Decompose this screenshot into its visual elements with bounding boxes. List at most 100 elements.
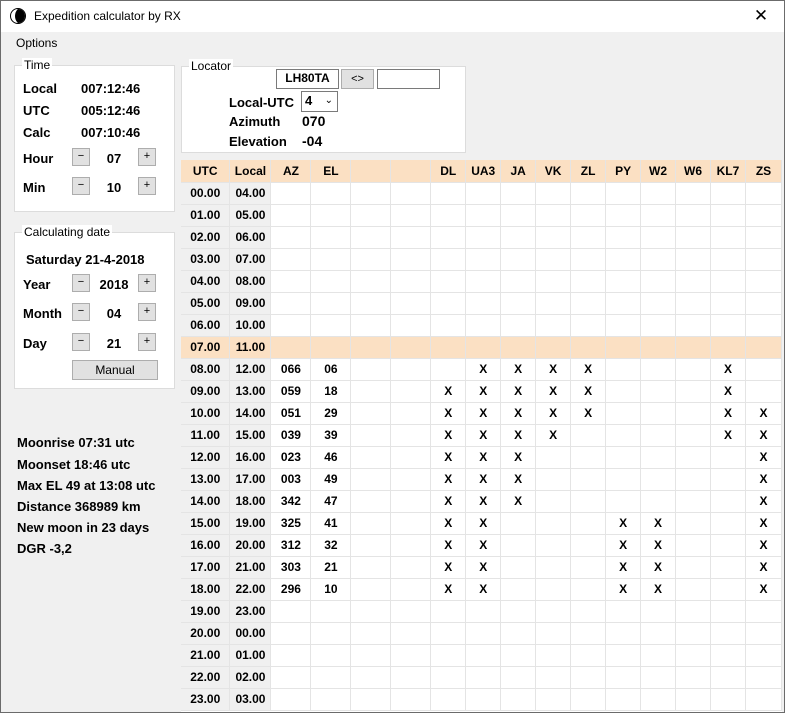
table-cell: X <box>640 512 677 535</box>
utc-cell: 11.00 <box>181 424 231 447</box>
table-cell <box>570 578 607 601</box>
table-cell <box>310 270 352 293</box>
table-cell <box>675 512 711 535</box>
hour-increment-button[interactable]: + <box>138 148 156 166</box>
table-row[interactable]: 04.00 08.00 <box>181 270 783 293</box>
local-cell: 15.00 <box>229 424 272 447</box>
local-time-label: Local <box>23 81 57 96</box>
table-cell <box>675 600 711 623</box>
table-cell <box>710 644 746 667</box>
table-cell <box>430 226 467 249</box>
table-row[interactable]: 09.00 13.00 059 18 X X X X X X <box>181 380 783 403</box>
table-row[interactable]: 21.00 01.00 <box>181 644 783 667</box>
table-row[interactable]: 12.00 16.00 023 46 X X X X <box>181 446 783 469</box>
column-header: AZ <box>270 160 312 183</box>
table-cell <box>310 248 352 271</box>
table-cell <box>535 182 572 205</box>
table-row[interactable]: 13.00 17.00 003 49 X X X X <box>181 468 783 491</box>
table-cell: 10 <box>310 578 352 601</box>
table-cell <box>605 600 642 623</box>
table-cell <box>675 468 711 491</box>
table-cell: X <box>535 380 572 403</box>
utc-cell: 23.00 <box>181 688 231 711</box>
local-cell: 14.00 <box>229 402 272 425</box>
second-locator-input[interactable] <box>377 69 440 89</box>
table-row[interactable]: 07.00 11.00 <box>181 336 783 359</box>
table-cell <box>570 666 607 689</box>
table-cell: X <box>535 424 572 447</box>
local-cell: 13.00 <box>229 380 272 403</box>
table-cell: X <box>640 556 677 579</box>
table-cell <box>605 226 642 249</box>
table-cell <box>350 512 392 535</box>
table-row[interactable]: 18.00 22.00 296 10 X X X X X <box>181 578 783 601</box>
table-cell <box>350 380 392 403</box>
table-row[interactable]: 05.00 09.00 <box>181 292 783 315</box>
month-increment-button[interactable]: + <box>138 303 156 321</box>
table-cell <box>640 314 677 337</box>
table-row[interactable]: 15.00 19.00 325 41 X X X X X <box>181 512 783 535</box>
table-cell <box>535 336 572 359</box>
table-cell <box>390 270 432 293</box>
table-cell <box>640 336 677 359</box>
swap-locator-button[interactable]: <> <box>341 69 374 89</box>
azimuth-label: Azimuth <box>229 114 281 129</box>
table-row[interactable]: 22.00 02.00 <box>181 666 783 689</box>
table-cell: X <box>605 556 642 579</box>
close-button[interactable]: ✕ <box>738 1 784 32</box>
day-increment-button[interactable]: + <box>138 333 156 351</box>
menu-bar: Options <box>1 32 784 56</box>
month-value: 04 <box>106 306 122 321</box>
year-increment-button[interactable]: + <box>138 274 156 292</box>
table-row[interactable]: 17.00 21.00 303 21 X X X X X <box>181 556 783 579</box>
table-row[interactable]: 02.00 06.00 <box>181 226 783 249</box>
menu-options[interactable]: Options <box>16 36 57 50</box>
table-cell <box>390 226 432 249</box>
table-cell <box>605 182 642 205</box>
table-row[interactable]: 16.00 20.00 312 32 X X X X X <box>181 534 783 557</box>
table-row[interactable]: 08.00 12.00 066 06 X X X X X <box>181 358 783 381</box>
table-cell <box>500 292 537 315</box>
table-row[interactable]: 23.00 03.00 <box>181 688 783 711</box>
table-row[interactable]: 00.00 04.00 <box>181 182 783 205</box>
table-cell <box>390 380 432 403</box>
table-cell <box>310 182 352 205</box>
moon-icon <box>10 8 26 24</box>
table-row[interactable]: 01.00 05.00 <box>181 204 783 227</box>
table-cell <box>710 666 746 689</box>
table-cell: 039 <box>270 424 312 447</box>
local-utc-select[interactable]: 4 ⌄ <box>301 91 338 112</box>
utc-cell: 14.00 <box>181 490 231 513</box>
table-cell: X <box>465 512 502 535</box>
table-row[interactable]: 14.00 18.00 342 47 X X X X <box>181 490 783 513</box>
column-header: W2 <box>640 160 677 183</box>
table-cell: 003 <box>270 468 312 491</box>
table-row[interactable]: 10.00 14.00 051 29 X X X X X X X <box>181 402 783 425</box>
table-cell <box>390 468 432 491</box>
manual-button[interactable]: Manual <box>72 360 158 380</box>
hour-value: 07 <box>106 151 122 166</box>
table-cell: 32 <box>310 534 352 557</box>
table-cell <box>430 600 467 623</box>
locator-input[interactable]: LH80TA <box>276 69 339 89</box>
main-content: Time Local 007:12:46 UTC 005:12:46 Calc … <box>1 56 784 712</box>
table-row[interactable]: 11.00 15.00 039 39 X X X X X X <box>181 424 783 447</box>
table-cell: X <box>500 380 537 403</box>
table-cell <box>675 402 711 425</box>
table-cell <box>390 402 432 425</box>
table-row[interactable]: 06.00 10.00 <box>181 314 783 337</box>
table-cell <box>390 490 432 513</box>
table-cell <box>605 248 642 271</box>
min-increment-button[interactable]: + <box>138 177 156 195</box>
table-cell <box>640 688 677 711</box>
local-cell: 18.00 <box>229 490 272 513</box>
table-row[interactable]: 19.00 23.00 <box>181 600 783 623</box>
table-row[interactable]: 20.00 00.00 <box>181 622 783 645</box>
local-cell: 09.00 <box>229 292 272 315</box>
table-cell <box>745 358 783 381</box>
table-cell <box>745 248 783 271</box>
title-bar[interactable]: Expedition calculator by RX ✕ <box>1 1 784 32</box>
table-cell <box>710 204 746 227</box>
table-cell <box>535 534 572 557</box>
table-row[interactable]: 03.00 07.00 <box>181 248 783 271</box>
